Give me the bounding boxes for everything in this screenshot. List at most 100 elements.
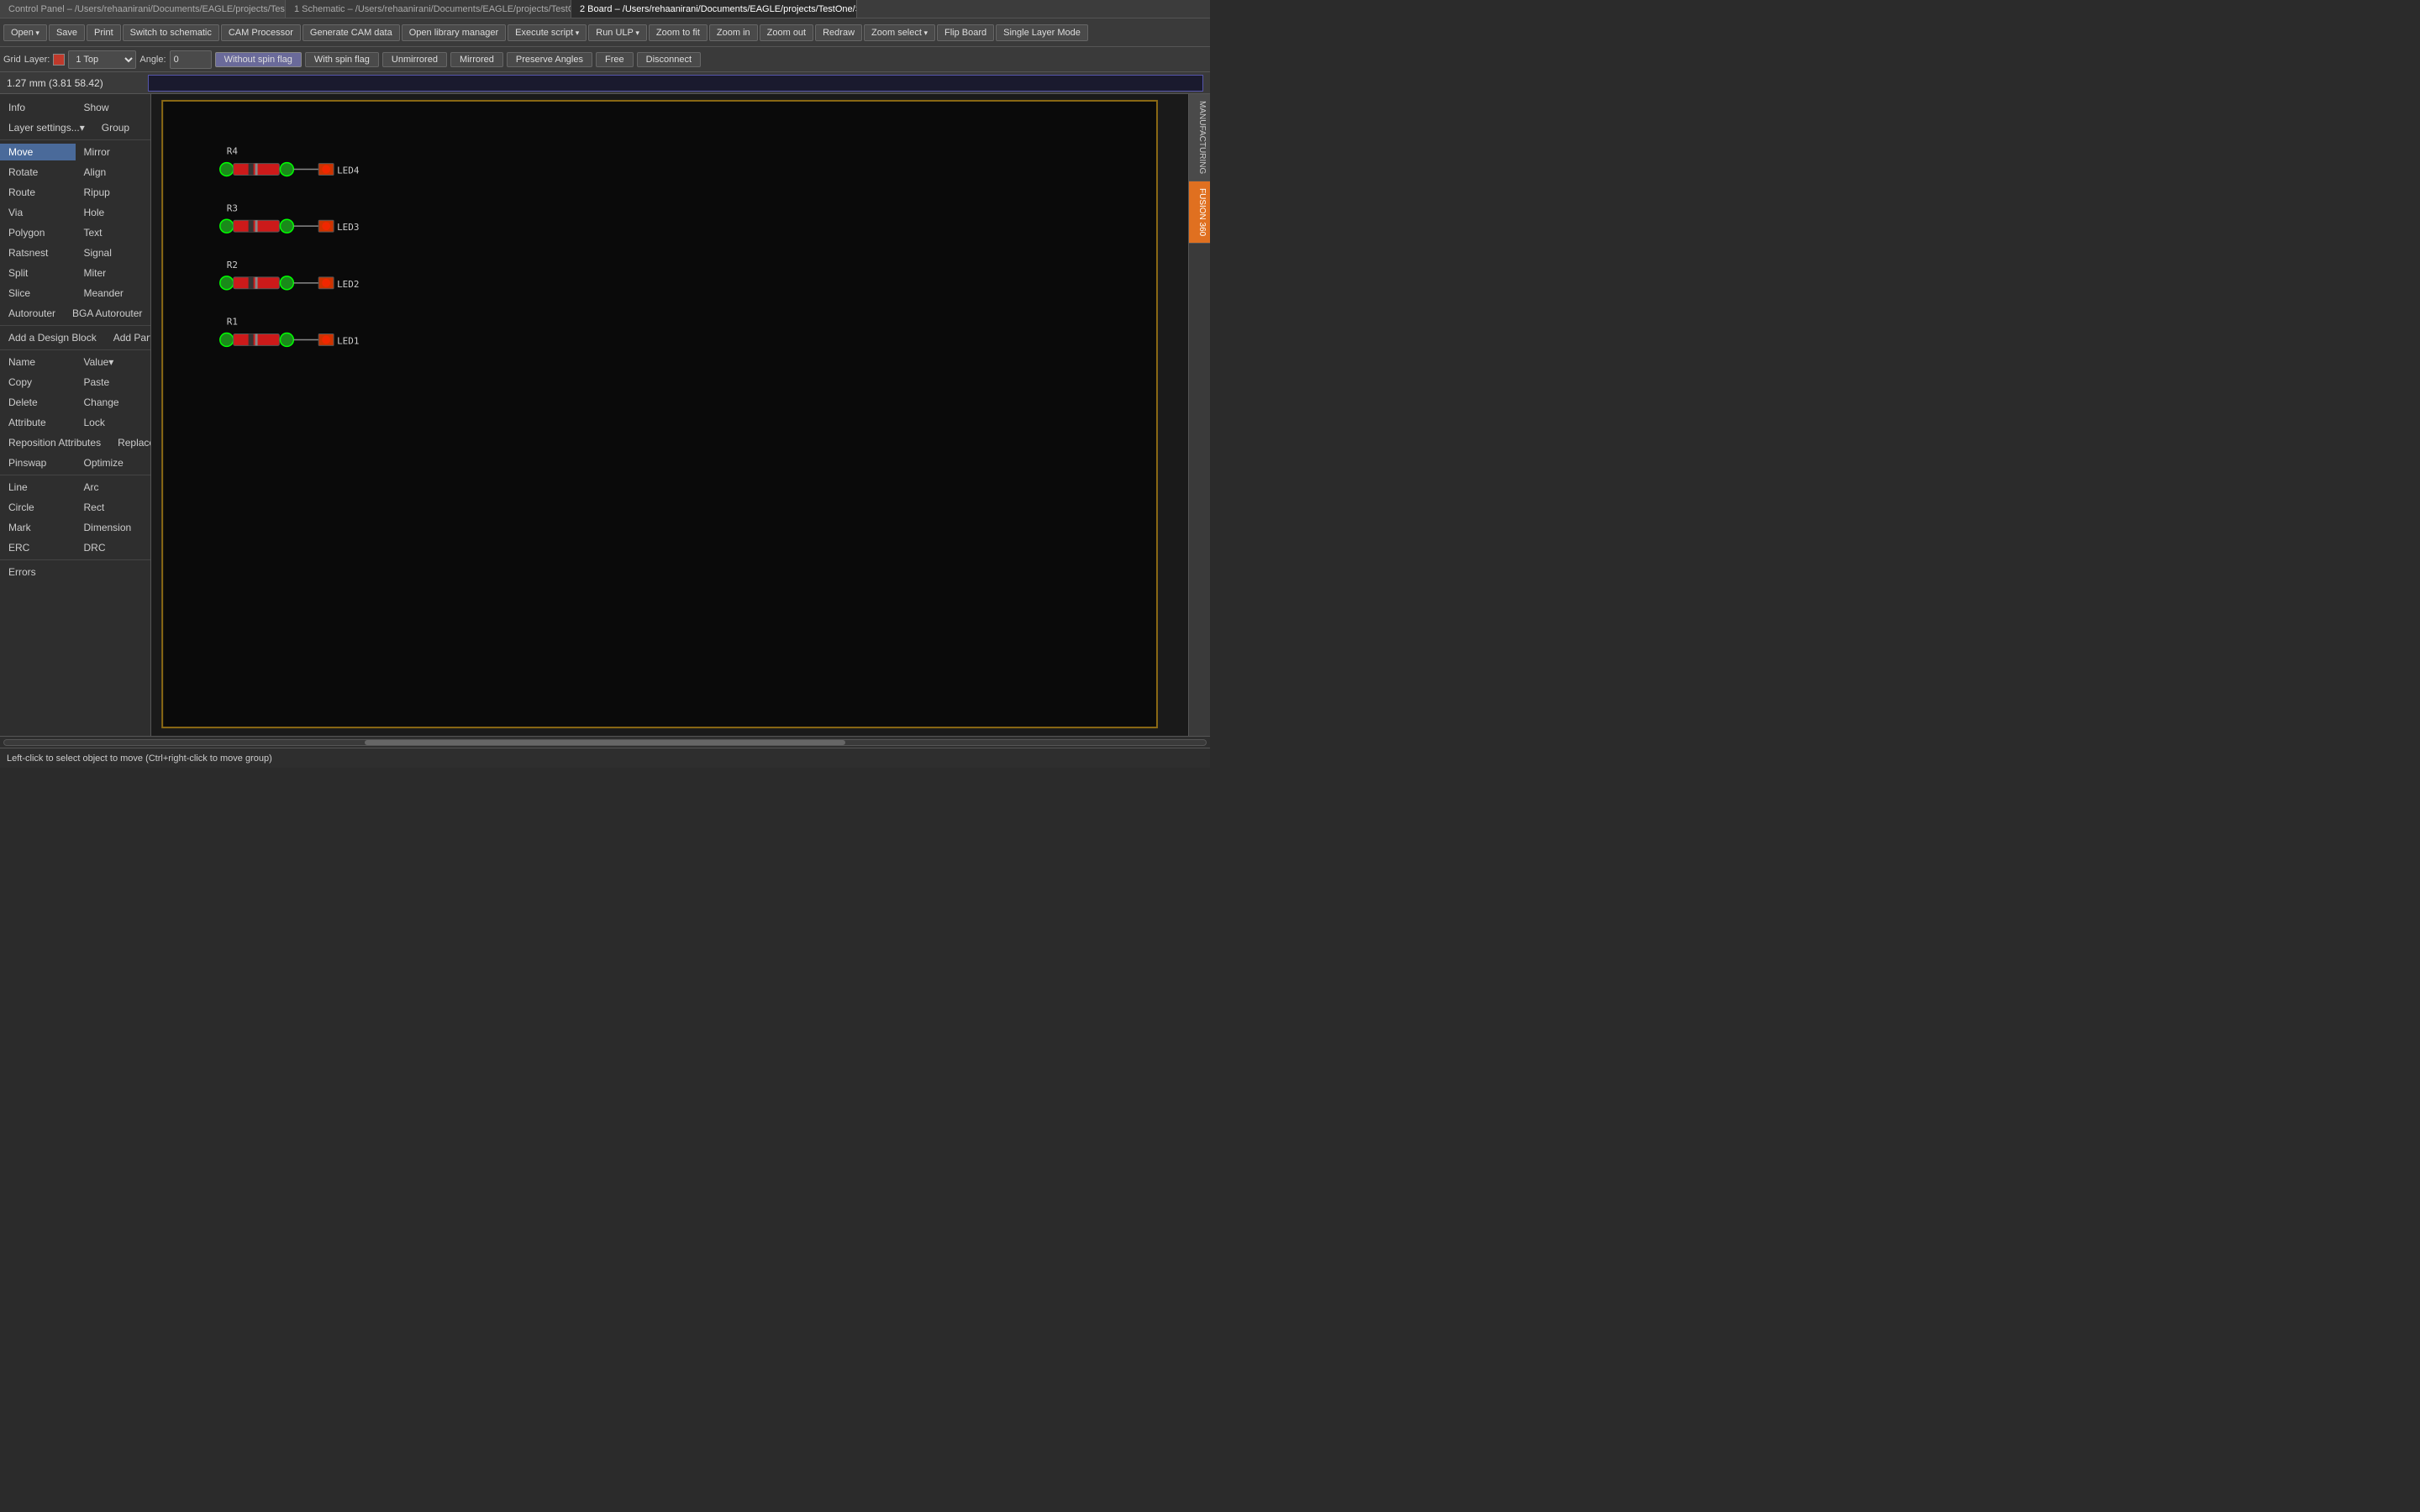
- sidebar-item-meander[interactable]: Meander: [76, 285, 151, 302]
- sidebar-item-signal[interactable]: Signal: [76, 244, 151, 261]
- sidebar-row-layer-group: Layer settings...▾ Group: [0, 118, 150, 138]
- layer-color-swatch: [53, 54, 65, 66]
- sidebar-item-polygon[interactable]: Polygon: [0, 224, 76, 241]
- tab-schematic[interactable]: 1 Schematic – /Users/rehaanirani/Documen…: [286, 0, 571, 18]
- sidebar-item-paste[interactable]: Paste: [76, 374, 151, 391]
- zoom-fit-button[interactable]: Zoom to fit: [649, 24, 708, 41]
- sidebar-item-arc[interactable]: Arc: [76, 479, 151, 496]
- sidebar-item-move[interactable]: Move: [0, 144, 76, 160]
- sidebar-item-bga-autorouter[interactable]: BGA Autorouter: [64, 305, 150, 322]
- free-button[interactable]: Free: [596, 52, 634, 67]
- preserve-angles-button[interactable]: Preserve Angles: [507, 52, 592, 67]
- save-button[interactable]: Save: [49, 24, 85, 41]
- command-input[interactable]: [148, 75, 1203, 92]
- sidebar-row-via-hole: Via Hole: [0, 202, 150, 223]
- sidebar-row-attribute-lock: Attribute Lock: [0, 412, 150, 433]
- sidebar-divider-3: [0, 349, 150, 350]
- sidebar-item-value[interactable]: Value▾: [76, 354, 151, 370]
- run-ulp-button[interactable]: Run ULP: [588, 24, 647, 41]
- tab-board[interactable]: 2 Board – /Users/rehaanirani/Documents/E…: [571, 0, 857, 18]
- open-button[interactable]: Open: [3, 24, 47, 41]
- sidebar-row-autorouter: Autorouter BGA Autorouter: [0, 303, 150, 323]
- sidebar-item-attribute[interactable]: Attribute: [0, 414, 76, 431]
- sidebar-item-copy[interactable]: Copy: [0, 374, 76, 391]
- sidebar-item-layer-settings[interactable]: Layer settings...▾: [0, 119, 93, 136]
- flip-board-button[interactable]: Flip Board: [937, 24, 994, 41]
- mirrored-button[interactable]: Mirrored: [450, 52, 503, 67]
- zoom-in-button[interactable]: Zoom in: [709, 24, 758, 41]
- sidebar-row-mark-dimension: Mark Dimension: [0, 517, 150, 538]
- sidebar-item-text[interactable]: Text: [76, 224, 151, 241]
- unmirrored-button[interactable]: Unmirrored: [382, 52, 447, 67]
- open-library-button[interactable]: Open library manager: [402, 24, 506, 41]
- sidebar-item-errors[interactable]: Errors: [0, 564, 150, 580]
- redraw-button[interactable]: Redraw: [815, 24, 862, 41]
- zoom-out-button[interactable]: Zoom out: [760, 24, 813, 41]
- sidebar-item-split[interactable]: Split: [0, 265, 76, 281]
- sidebar-item-mark[interactable]: Mark: [0, 519, 76, 536]
- sidebar-item-show[interactable]: Show: [76, 99, 151, 116]
- sidebar-item-replace[interactable]: Replace▾: [109, 434, 151, 451]
- sidebar-row-copy-paste: Copy Paste: [0, 372, 150, 392]
- sidebar-item-info[interactable]: Info: [0, 99, 76, 116]
- sidebar-item-line[interactable]: Line: [0, 479, 76, 496]
- with-spin-button[interactable]: With spin flag: [305, 52, 379, 67]
- sidebar-item-optimize[interactable]: Optimize: [76, 454, 151, 471]
- sidebar-row-delete-change: Delete Change: [0, 392, 150, 412]
- sidebar-item-change[interactable]: Change: [76, 394, 151, 411]
- options-bar: Grid Layer: 1 Top 2 Route2 16 Bottom Ang…: [0, 47, 1210, 72]
- sidebar-item-rotate[interactable]: Rotate: [0, 164, 76, 181]
- sidebar-item-lock[interactable]: Lock: [76, 414, 151, 431]
- fusion360-tab[interactable]: FUSION 360: [1189, 181, 1210, 244]
- tab-control[interactable]: Control Panel – /Users/rehaanirani/Docum…: [0, 0, 286, 18]
- disconnect-button[interactable]: Disconnect: [637, 52, 701, 67]
- zoom-select-button[interactable]: Zoom select: [864, 24, 935, 41]
- sidebar-row-slice-meander: Slice Meander: [0, 283, 150, 303]
- without-spin-button[interactable]: Without spin flag: [215, 52, 302, 67]
- layer-select[interactable]: 1 Top 2 Route2 16 Bottom: [68, 50, 136, 69]
- sidebar-item-add-part[interactable]: Add Part▾: [105, 329, 151, 346]
- sidebar-divider-1: [0, 139, 150, 140]
- sidebar-item-dimension[interactable]: Dimension: [76, 519, 151, 536]
- sidebar: Info Show Layer settings...▾ Group Move …: [0, 94, 151, 736]
- print-button[interactable]: Print: [87, 24, 121, 41]
- sidebar-row-move-mirror: Move Mirror: [0, 142, 150, 162]
- sidebar-item-drc[interactable]: DRC: [76, 539, 151, 556]
- statusbar: Left-click to select object to move (Ctr…: [0, 748, 1210, 768]
- sidebar-item-group[interactable]: Group: [93, 119, 150, 136]
- sidebar-item-ripup[interactable]: Ripup: [76, 184, 151, 201]
- generate-cam-button[interactable]: Generate CAM data: [302, 24, 400, 41]
- sidebar-row-circle-rect: Circle Rect: [0, 497, 150, 517]
- manufacturing-tab[interactable]: MANUFACTURING: [1189, 94, 1210, 181]
- sidebar-item-align[interactable]: Align: [76, 164, 151, 181]
- svg-text:LED4: LED4: [337, 165, 360, 176]
- sidebar-item-add-design-block[interactable]: Add a Design Block: [0, 329, 105, 346]
- sidebar-row-errors: Errors: [0, 562, 150, 582]
- sidebar-item-ratsnest[interactable]: Ratsnest: [0, 244, 76, 261]
- sidebar-item-pinswap[interactable]: Pinswap: [0, 454, 76, 471]
- sidebar-item-mirror[interactable]: Mirror: [76, 144, 151, 160]
- sidebar-item-slice[interactable]: Slice: [0, 285, 76, 302]
- switch-schematic-button[interactable]: Switch to schematic: [123, 24, 219, 41]
- cam-processor-button[interactable]: CAM Processor: [221, 24, 301, 41]
- sidebar-item-miter[interactable]: Miter: [76, 265, 151, 281]
- sidebar-item-name[interactable]: Name: [0, 354, 76, 370]
- sidebar-item-rect[interactable]: Rect: [76, 499, 151, 516]
- sidebar-item-reposition-attributes[interactable]: Reposition Attributes: [0, 434, 109, 451]
- sidebar-item-autorouter[interactable]: Autorouter: [0, 305, 64, 322]
- sidebar-row-line-arc: Line Arc: [0, 477, 150, 497]
- sidebar-item-circle[interactable]: Circle: [0, 499, 76, 516]
- execute-script-button[interactable]: Execute script: [508, 24, 587, 41]
- sidebar-item-delete[interactable]: Delete: [0, 394, 76, 411]
- sidebar-item-erc[interactable]: ERC: [0, 539, 76, 556]
- single-layer-button[interactable]: Single Layer Mode: [996, 24, 1088, 41]
- sidebar-row-design-addpart: Add a Design Block Add Part▾: [0, 328, 150, 348]
- angle-input[interactable]: [170, 50, 212, 69]
- right-panel: MANUFACTURING FUSION 360: [1188, 94, 1210, 736]
- svg-text:LED2: LED2: [337, 279, 359, 290]
- pcb-canvas[interactable]: R4 LED4 R3: [151, 94, 1188, 736]
- sidebar-item-hole[interactable]: Hole: [76, 204, 151, 221]
- sidebar-item-route[interactable]: Route: [0, 184, 76, 201]
- canvas-area[interactable]: R4 LED4 R3: [151, 94, 1188, 736]
- sidebar-item-via[interactable]: Via: [0, 204, 76, 221]
